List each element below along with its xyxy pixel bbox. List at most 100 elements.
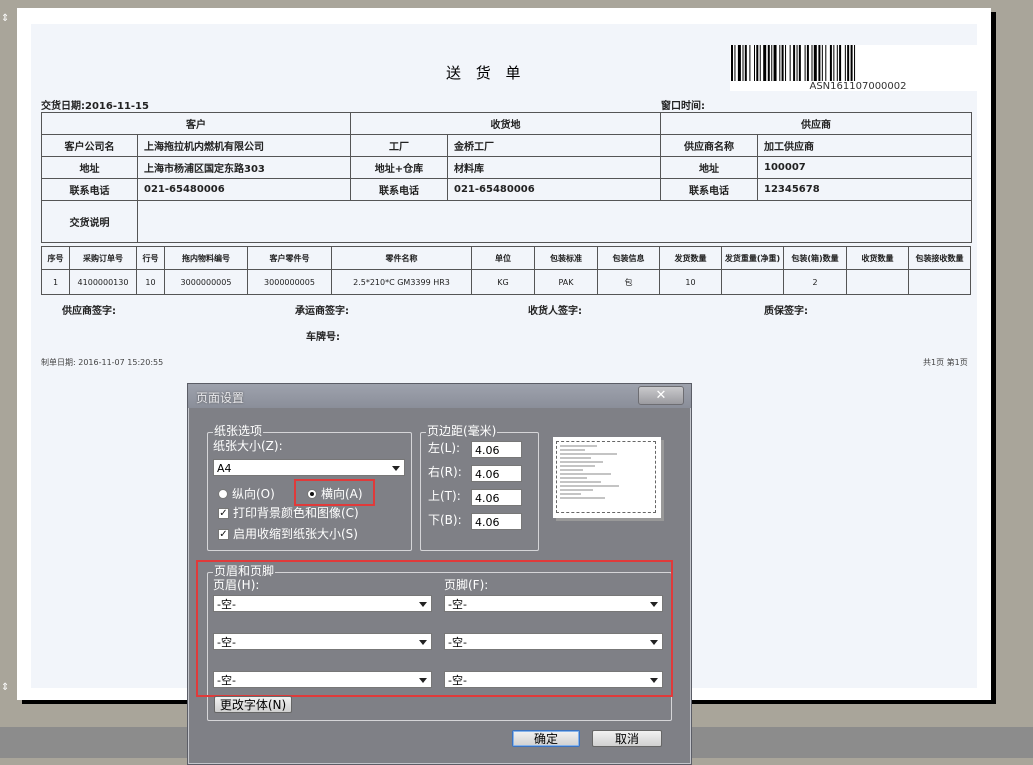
table-cell: 1	[41, 269, 70, 295]
page-info: 共1页 第1页	[923, 358, 968, 367]
items-header-row: 序号 采购订单号 行号 拖内物料编号 客户零件号 零件名称 单位 包装标准 包装信息 发货数量 发货…	[41, 246, 971, 270]
carrier-signature: 承运商签字:	[295, 306, 349, 317]
print-date: 制单日期: 2016-11-07 15:20:55	[41, 358, 164, 367]
items-header-cell: 行号	[136, 246, 165, 270]
paper-options-label: 纸张选项	[213, 424, 264, 438]
change-font-button[interactable]: 更改字体(N)	[214, 696, 292, 713]
table-cell	[908, 269, 971, 295]
info-label: 供应商名称	[660, 134, 758, 157]
items-header-cell: 发货重量(净重)	[721, 246, 784, 270]
margin-left-label: 左(L):	[428, 441, 461, 455]
table-cell: 3000000005	[164, 269, 248, 295]
delivery-date: 交货日期:2016-11-15	[41, 101, 149, 112]
landscape-highlight	[294, 479, 375, 506]
page-preview-margins	[556, 441, 656, 513]
barcode-bars-icon	[731, 45, 856, 81]
portrait-label[interactable]: 纵向(O)	[232, 487, 275, 501]
print-background-label[interactable]: 打印背景颜色和图像(C)	[233, 506, 359, 520]
table-cell: 3000000005	[247, 269, 332, 295]
items-header-cell: 包装(箱)数量	[783, 246, 847, 270]
supplier-signature: 供应商签字:	[62, 306, 116, 317]
table-cell: PAK	[534, 269, 598, 295]
items-header-cell: 包装信息	[597, 246, 660, 270]
preview-lines-icon	[560, 445, 619, 499]
window-time: 窗口时间:	[661, 101, 705, 112]
remarks-value	[137, 200, 972, 243]
info-row: 客户公司名 上海拖拉机内燃机有限公司 工厂 金桥工厂 供应商名称 加工供应商	[41, 134, 972, 157]
table-row: 1 4100000130 10 3000000005 3000000005 2.5*210…	[41, 269, 971, 295]
shrink-to-fit-checkbox[interactable]: ✓	[218, 529, 229, 540]
info-label: 地址	[660, 156, 758, 179]
info-value: 021-65480006	[447, 178, 661, 201]
table-cell: 10	[659, 269, 722, 295]
dialog-title-bar[interactable]: 页面设置 ✕	[188, 384, 691, 408]
top-resize-handle-icon[interactable]: ⇕	[1, 14, 9, 24]
qa-signature: 质保签字:	[764, 306, 808, 317]
items-header-cell: 序号	[41, 246, 70, 270]
section-header-supplier: 供应商	[660, 112, 972, 135]
info-value: 上海拖拉机内燃机有限公司	[137, 134, 351, 157]
paper-size-select[interactable]: A4	[213, 459, 405, 476]
paper-size-value: A4	[217, 462, 232, 475]
margin-top-label: 上(T):	[428, 489, 461, 503]
items-header-cell: 包装接收数量	[908, 246, 971, 270]
table-cell: 2	[783, 269, 847, 295]
items-header-cell: 拖内物料编号	[164, 246, 248, 270]
items-header-cell: 采购订单号	[69, 246, 137, 270]
table-cell: 4100000130	[69, 269, 137, 295]
items-header-cell: 零件名称	[331, 246, 472, 270]
margin-top-input[interactable]: 4.06	[471, 489, 522, 506]
info-label: 联系电话	[41, 178, 138, 201]
info-value: 12345678	[757, 178, 972, 201]
margin-bottom-input[interactable]: 4.06	[471, 513, 522, 530]
license-plate: 车牌号:	[306, 332, 340, 343]
table-cell	[721, 269, 784, 295]
margin-left-input[interactable]: 4.06	[471, 441, 522, 458]
header-footer-highlight	[196, 560, 673, 697]
info-label: 联系电话	[660, 178, 758, 201]
table-cell: 10	[136, 269, 165, 295]
barcode-number: ASN161107000002	[809, 81, 907, 92]
bottom-resize-handle-icon[interactable]: ⇕	[1, 683, 9, 693]
info-label: 客户公司名	[41, 134, 138, 157]
items-header-cell: 收货数量	[846, 246, 909, 270]
info-value: 材料库	[447, 156, 661, 179]
close-icon[interactable]: ✕	[638, 386, 684, 405]
cancel-button[interactable]: 取消	[592, 730, 662, 747]
info-label: 工厂	[350, 134, 448, 157]
receiver-signature: 收货人签字:	[528, 306, 582, 317]
items-header-cell: 发货数量	[659, 246, 722, 270]
section-header-receiving: 收货地	[350, 112, 661, 135]
info-label: 地址+仓库	[350, 156, 448, 179]
margin-right-label: 右(R):	[428, 465, 462, 479]
margins-label: 页边距(毫米)	[426, 424, 498, 438]
info-value: 金桥工厂	[447, 134, 661, 157]
margin-right-input[interactable]: 4.06	[471, 465, 522, 482]
info-row: 地址 上海市杨浦区国定东路303 地址+仓库 材料库 地址 100007	[41, 156, 972, 179]
ok-button[interactable]: 确定	[512, 730, 580, 747]
portrait-radio[interactable]	[218, 489, 228, 499]
margin-bottom-label: 下(B):	[428, 513, 462, 527]
chevron-down-icon	[392, 466, 400, 471]
paper-size-label: 纸张大小(Z):	[213, 439, 283, 453]
table-cell: 包	[597, 269, 660, 295]
remarks-label: 交货说明	[41, 200, 138, 243]
table-cell: KG	[471, 269, 535, 295]
info-label: 地址	[41, 156, 138, 179]
items-header-cell: 客户零件号	[247, 246, 332, 270]
page-preview	[553, 437, 661, 518]
info-value: 021-65480006	[137, 178, 351, 201]
info-row: 联系电话 021-65480006 联系电话 021-65480006 联系电话…	[41, 178, 972, 201]
barcode: ASN161107000002	[730, 45, 986, 92]
dialog-title: 页面设置	[196, 391, 245, 405]
shrink-to-fit-label[interactable]: 启用收缩到纸张大小(S)	[233, 527, 358, 541]
items-header-cell: 单位	[471, 246, 535, 270]
section-header-customer: 客户	[41, 112, 351, 135]
document-title: 送 货 单	[446, 64, 526, 82]
items-table: 序号 采购订单号 行号 拖内物料编号 客户零件号 零件名称 单位 包装标准 包装信息 发货数量 发货…	[41, 246, 971, 295]
info-table: 客户 收货地 供应商 客户公司名 上海拖拉机内燃机有限公司 工厂 金桥工厂 供应…	[41, 112, 972, 243]
print-background-checkbox[interactable]: ✓	[218, 508, 229, 519]
info-value: 100007	[757, 156, 972, 179]
table-cell: 2.5*210*C GM3399 HR3	[331, 269, 472, 295]
items-header-cell: 包装标准	[534, 246, 598, 270]
